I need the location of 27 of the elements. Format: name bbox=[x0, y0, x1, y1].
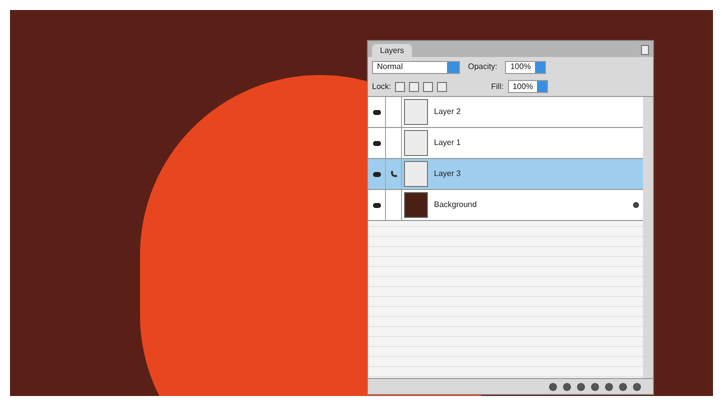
layer-name: Background bbox=[433, 199, 478, 211]
blend-mode-dropdown[interactable]: Normal bbox=[372, 60, 460, 74]
eye-icon[interactable] bbox=[372, 202, 380, 208]
layer-thumbnail bbox=[404, 161, 428, 187]
layer-thumbnail bbox=[404, 192, 428, 218]
eye-icon[interactable] bbox=[372, 140, 380, 146]
fill-label: Fill: bbox=[491, 80, 504, 92]
opacity-value: 100% bbox=[509, 61, 532, 73]
fill-field[interactable]: 100% bbox=[508, 80, 548, 93]
layer-row[interactable]: Layer 1 bbox=[368, 128, 643, 159]
fill-value: 100% bbox=[512, 80, 534, 92]
eye-icon[interactable] bbox=[372, 172, 380, 176]
blend-mode-value: Normal bbox=[376, 61, 404, 73]
eye-icon[interactable] bbox=[372, 110, 380, 114]
lock-label: Lock: bbox=[372, 80, 392, 92]
layer-thumbnail bbox=[404, 99, 428, 125]
opacity-field[interactable]: 100% bbox=[505, 60, 546, 74]
layer-row[interactable]: Layer 2 bbox=[368, 97, 643, 128]
opacity-label: Opacity: bbox=[468, 61, 498, 73]
layer-name: Layer 1 bbox=[433, 137, 462, 149]
layer-name: Layer 2 bbox=[433, 106, 462, 118]
panel-menu-icon[interactable] bbox=[641, 45, 649, 55]
layer-name: Layer 3 bbox=[433, 168, 462, 180]
panel-tab[interactable]: Layers bbox=[372, 44, 412, 57]
layer-thumbnail bbox=[404, 130, 428, 156]
layer-row[interactable]: Layer 3 bbox=[368, 159, 643, 190]
layer-row[interactable]: Background bbox=[368, 190, 643, 221]
